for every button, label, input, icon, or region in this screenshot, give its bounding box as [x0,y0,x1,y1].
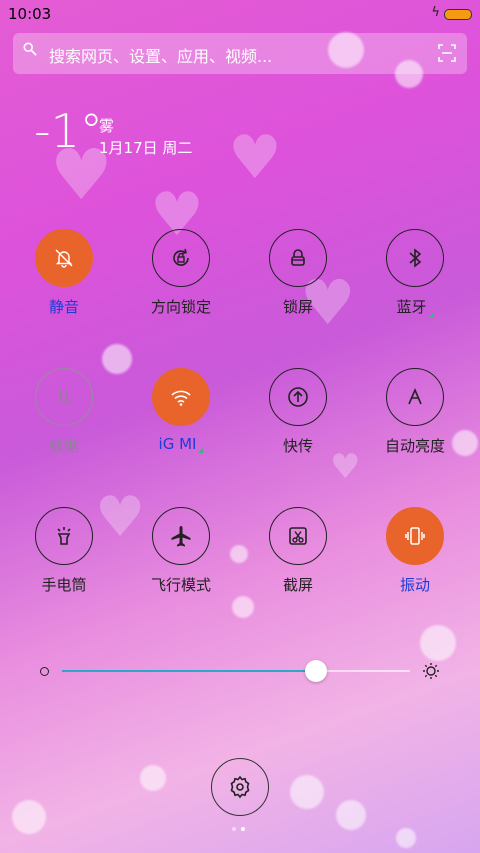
mobile-data-toggle[interactable] [35,368,93,426]
bokeh [290,775,324,809]
brightness-slider[interactable] [40,660,440,682]
mobile-data-icon [57,389,71,405]
gear-icon [230,775,250,799]
transfer-icon [288,387,308,407]
weather-condition: 雾 [99,117,115,135]
page-dot [232,827,236,831]
rotation-lock-toggle[interactable] [152,229,210,287]
tile-label-screenshot: 截屏 [282,576,313,594]
screenshot-icon [289,527,307,545]
brightness-thumb[interactable] [305,660,328,682]
bokeh [336,800,366,830]
tile-rotation-lock[interactable]: 方向锁定 [131,229,231,317]
more-indicator-icon [428,312,434,317]
airplane-icon [171,526,191,547]
tile-label-airplane-mode: 飞行模式 [150,576,211,594]
status-time: 10:03 [8,5,52,23]
tile-label-rotation-lock: 方向锁定 [150,298,211,316]
tile-vibrate[interactable]: 振动 [365,507,465,595]
bokeh [140,765,166,791]
tile-label-wifi: іG MI [158,435,197,453]
lock-icon [291,249,305,266]
scan-icon[interactable] [437,43,457,63]
tile-mute[interactable]: 静音 [14,229,114,317]
rotation-lock-icon [173,248,189,266]
tile-label-flashlight: 手电筒 [41,576,87,594]
mute-toggle[interactable] [35,229,93,287]
bluetooth-icon [409,248,422,268]
search-icon [23,42,37,56]
battery-icon [444,9,472,20]
brightness-high-icon [423,663,439,679]
charging-bolt-icon: ϟ [431,5,440,20]
bokeh [232,596,254,618]
auto-brightness-toggle[interactable] [386,368,444,426]
settings-button[interactable] [211,758,269,816]
more-indicator-icon [198,448,204,453]
bokeh [12,800,46,834]
tile-label-mute: 静音 [48,298,79,316]
tile-label-bluetooth: 蓝牙 [396,298,427,316]
flashlight-toggle[interactable] [35,507,93,565]
search-bar[interactable]: 搜索网页、设置、应用、视频... [13,33,467,74]
brightness-fill [62,670,317,672]
auto-brightness-icon [408,387,422,405]
screenshot-button[interactable] [269,507,327,565]
wifi-toggle[interactable] [152,368,210,426]
bokeh [230,545,248,563]
airplane-mode-toggle[interactable] [152,507,210,565]
vibrate-icon [405,527,425,545]
page-indicator [232,827,245,831]
heart-decoration: ♥ [228,123,282,193]
tile-label-lock-screen: 锁屏 [282,298,313,316]
tile-label-transfer: 快传 [282,437,313,455]
search-input[interactable]: 搜索网页、设置、应用、视频... [49,43,272,67]
tile-flashlight[interactable]: 手电筒 [14,507,114,595]
tile-label-mobile-data: 数据 [48,437,79,455]
tile-lock-screen[interactable]: 锁屏 [248,229,348,317]
weather-date: 1月17日 周二 [99,139,193,157]
tile-mobile-data[interactable]: 数据 [14,368,114,456]
bell-off-icon [55,249,73,268]
lock-screen-button[interactable] [269,229,327,287]
bluetooth-toggle[interactable] [386,229,444,287]
tile-airplane-mode[interactable]: 飞行模式 [131,507,231,595]
tile-label-bluetooth-wrap: 蓝牙 [365,296,465,317]
status-bar: 10:03 ϟ [0,0,480,28]
tile-wifi[interactable]: іG MI [131,368,231,453]
bokeh [420,625,456,661]
weather-temperature: -1° [34,104,103,158]
bokeh [396,828,416,848]
tile-bluetooth[interactable]: 蓝牙 [365,229,465,317]
transfer-button[interactable] [269,368,327,426]
tile-screenshot[interactable]: 截屏 [248,507,348,595]
page-dot [241,827,245,831]
tile-label-wifi-wrap: іG MI [131,435,231,453]
tile-label-auto-brightness: 自动亮度 [384,437,445,455]
tile-auto-brightness[interactable]: 自动亮度 [365,368,465,456]
tile-label-vibrate: 振动 [399,576,430,594]
tile-transfer[interactable]: 快传 [248,368,348,456]
vibrate-toggle[interactable] [386,507,444,565]
brightness-low-icon [40,667,49,676]
brightness-track[interactable] [62,660,410,682]
wifi-icon [171,390,191,406]
flashlight-icon [57,527,71,545]
